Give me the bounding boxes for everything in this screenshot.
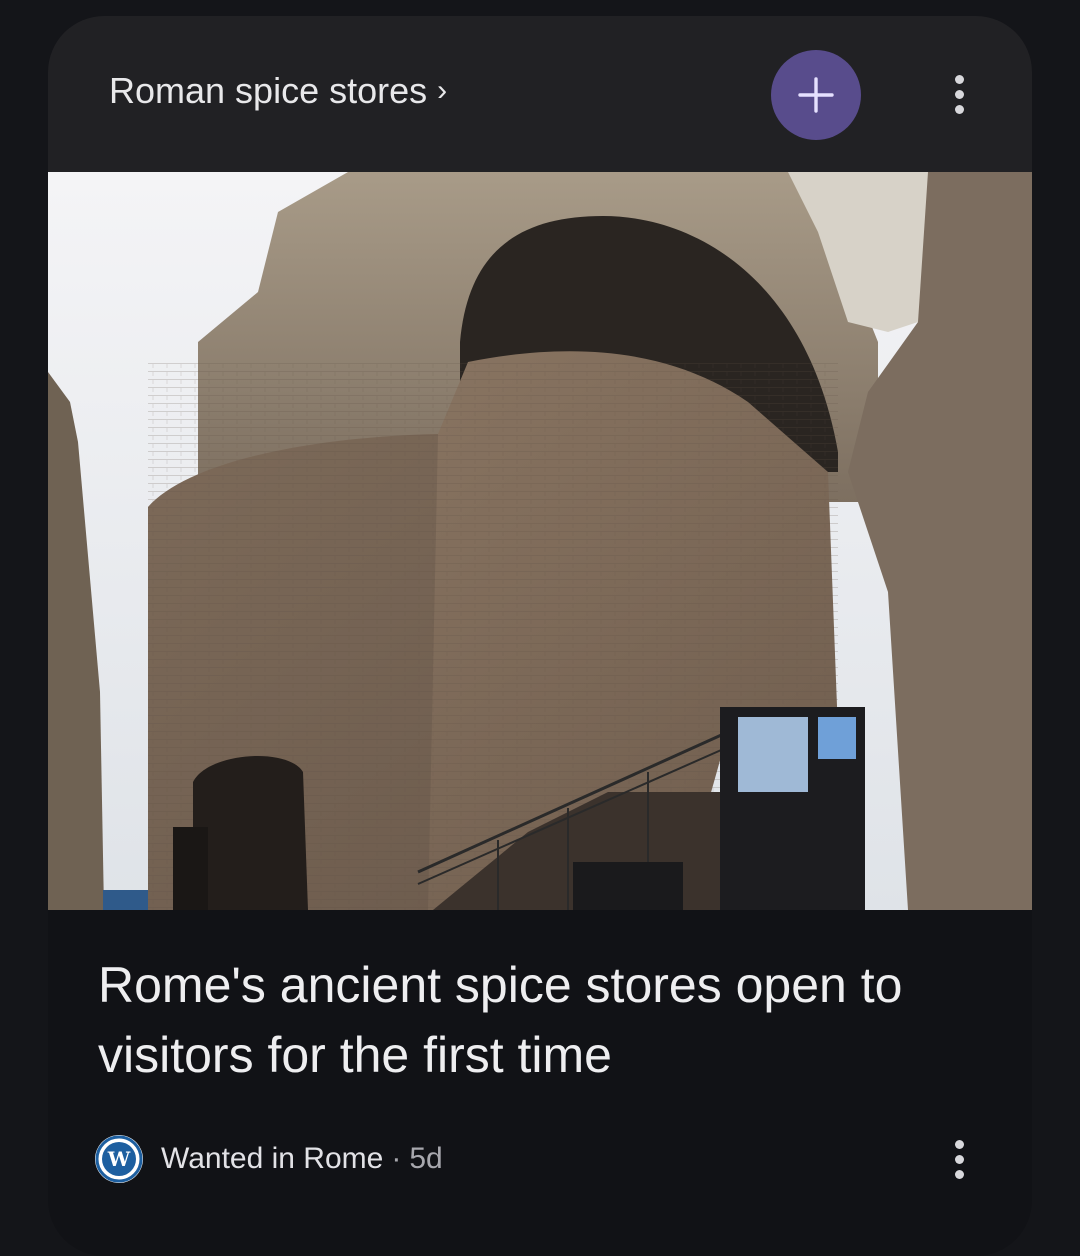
separator: ·: [391, 1142, 402, 1175]
article-photo: [48, 172, 1032, 910]
plus-icon: [798, 77, 834, 113]
card-menu-button[interactable]: [939, 64, 979, 124]
card-header: Roman spice stores ›: [48, 16, 1032, 172]
source-name: Wanted in Rome: [161, 1142, 384, 1175]
topic-link[interactable]: Roman spice stores ›: [109, 70, 447, 112]
chevron-right-icon: ›: [437, 74, 448, 107]
article-menu-button[interactable]: [939, 1129, 979, 1189]
logo-letter: W: [107, 1147, 131, 1171]
more-vert-icon: [954, 1139, 964, 1149]
news-card[interactable]: Roman spice stores › Rome's ancient spic…: [48, 16, 1032, 1256]
more-vert-icon: [954, 74, 964, 84]
topic-label: Roman spice stores: [109, 70, 428, 111]
article-image[interactable]: [48, 172, 1032, 910]
source-row: W Wanted in Rome · 5d: [95, 1134, 443, 1184]
article-age: 5d: [409, 1142, 443, 1175]
wanted-in-rome-logo: W: [95, 1135, 143, 1183]
article-headline[interactable]: Rome's ancient spice stores open to visi…: [98, 950, 978, 1090]
follow-topic-button[interactable]: [771, 50, 861, 140]
